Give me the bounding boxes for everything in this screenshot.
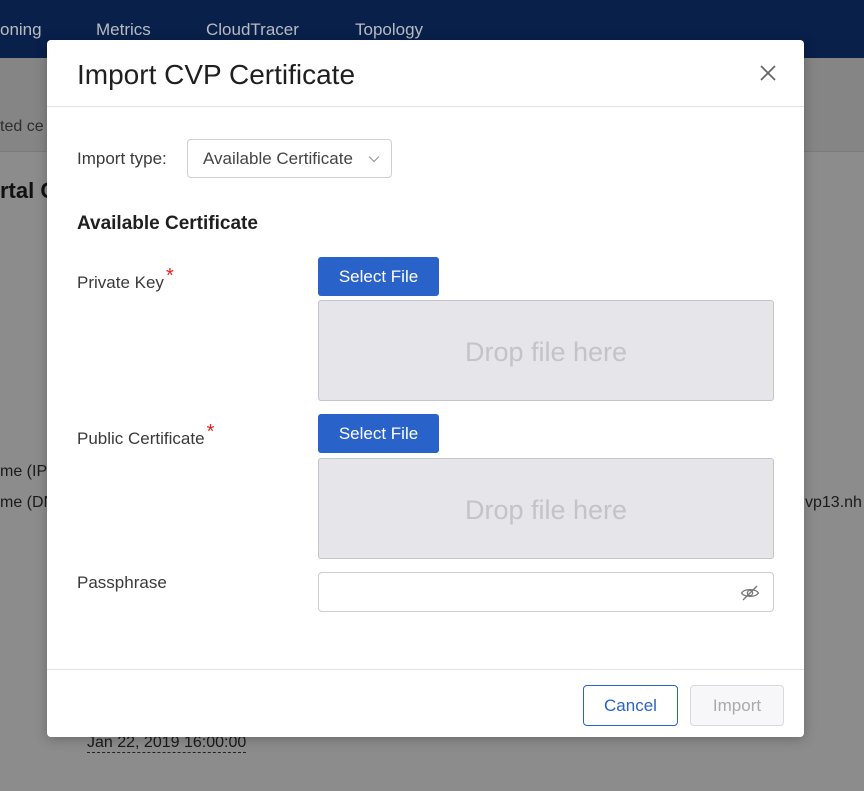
dialog-footer: Cancel Import	[47, 669, 804, 737]
import-type-value: Available Certificate	[203, 149, 353, 168]
chevron-down-icon	[368, 156, 380, 163]
public-certificate-label-text: Public Certificate	[77, 429, 205, 448]
passphrase-input[interactable]	[319, 573, 719, 611]
dialog-title: Import CVP Certificate	[77, 59, 356, 90]
private-key-select-file-button[interactable]: Select File	[318, 257, 439, 296]
section-title: Available Certificate	[77, 213, 258, 234]
private-key-label: Private Key *	[77, 265, 174, 294]
nav-item-provisioning[interactable]: oning	[0, 20, 42, 40]
close-icon[interactable]	[757, 62, 779, 84]
public-certificate-select-file-button[interactable]: Select File	[318, 414, 439, 453]
nav-item-cloudtracer[interactable]: CloudTracer	[206, 20, 299, 40]
nav-item-topology[interactable]: Topology	[355, 20, 423, 40]
private-key-label-text: Private Key	[77, 273, 164, 292]
import-type-label: Import type:	[77, 149, 167, 168]
public-certificate-label: Public Certificate *	[77, 421, 214, 450]
nav-item-metrics[interactable]: Metrics	[96, 20, 151, 40]
import-button[interactable]: Import	[690, 685, 784, 726]
background-dns-value: vp13.nh	[805, 494, 862, 511]
cancel-button[interactable]: Cancel	[583, 685, 678, 726]
dialog-header: Import CVP Certificate	[47, 40, 804, 107]
eye-slash-icon[interactable]	[740, 584, 760, 602]
passphrase-label: Passphrase	[77, 573, 167, 592]
public-certificate-dropzone[interactable]: Drop file here	[318, 458, 774, 559]
private-key-dropzone[interactable]: Drop file here	[318, 300, 774, 401]
required-marker: *	[165, 265, 174, 287]
import-certificate-dialog: Import CVP Certificate Import type: Avai…	[47, 40, 804, 737]
required-marker: *	[206, 421, 215, 443]
passphrase-field[interactable]	[318, 572, 774, 612]
subbar-tab[interactable]: ted ce	[0, 118, 44, 136]
background-field-ip: me (IP)	[0, 463, 53, 480]
import-type-select[interactable]: Available Certificate	[187, 139, 392, 178]
dropzone-text: Drop file here	[464, 495, 628, 525]
dropzone-text: Drop file here	[464, 337, 628, 367]
